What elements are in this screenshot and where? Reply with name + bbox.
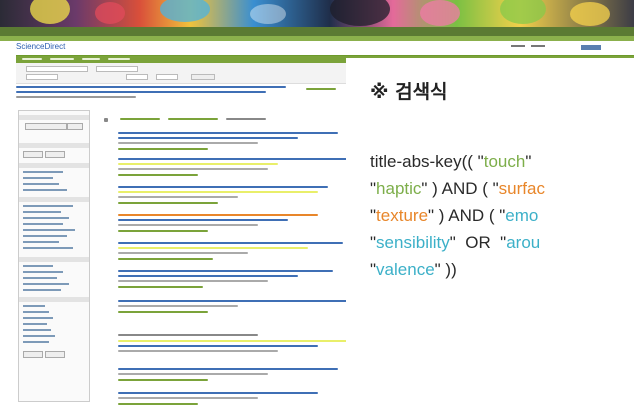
site-header: ScienceDirect [16, 41, 634, 57]
browser-toolbar [0, 27, 634, 36]
header-link[interactable] [511, 45, 525, 47]
result-summary [16, 84, 346, 100]
publisher-logo [581, 45, 601, 50]
header-link[interactable] [531, 45, 545, 47]
search-input[interactable] [156, 74, 178, 80]
refine-button[interactable] [67, 123, 83, 130]
results-toolbar [100, 116, 345, 122]
query-line: title-abs-key(( "touch" [370, 148, 634, 175]
search-button[interactable] [191, 74, 215, 80]
filter-button[interactable] [23, 151, 43, 158]
search-input[interactable] [96, 66, 138, 72]
results-list [100, 110, 350, 410]
query-keyword: sensibility [376, 233, 450, 252]
decorative-header-banner [0, 0, 634, 27]
query-line: "haptic" ) AND ( "surfac [370, 175, 634, 202]
search-input[interactable] [26, 74, 58, 80]
query-operator: " ) AND ( " [421, 179, 499, 198]
search-form [16, 63, 346, 84]
search-query-text: title-abs-key(( "touch" "haptic" ) AND ( … [370, 148, 634, 283]
apply-button[interactable] [23, 351, 43, 358]
query-operator: " ) AND ( " [428, 206, 506, 225]
search-query-note: ※ 검색식 title-abs-key(( "touch" "haptic" ) … [346, 58, 634, 410]
refine-sidebar [18, 110, 90, 402]
search-input[interactable] [26, 66, 88, 72]
query-line: "valence" )) [370, 256, 634, 283]
query-operator: title-abs-key(( " [370, 152, 484, 171]
query-keyword: surfac [498, 179, 545, 198]
search-input[interactable] [126, 74, 148, 80]
query-keyword: haptic [376, 179, 422, 198]
query-keyword: touch [483, 152, 526, 171]
query-keyword: valence [376, 260, 435, 279]
query-keyword: emo [505, 206, 539, 225]
query-line: "sensibility" OR "arou [370, 229, 634, 256]
note-title: ※ 검색식 [370, 81, 448, 103]
filter-button[interactable] [45, 151, 65, 158]
query-keyword: texture [376, 206, 429, 225]
site-logo[interactable]: ScienceDirect [16, 42, 65, 51]
query-operator: " )) [434, 260, 457, 279]
query-line: "texture" ) AND ( "emo [370, 202, 634, 229]
refine-input[interactable] [25, 123, 67, 130]
clear-button[interactable] [45, 351, 65, 358]
query-keyword: arou [506, 233, 541, 252]
query-operator: " [525, 152, 532, 171]
query-operator: " OR " [449, 233, 507, 252]
